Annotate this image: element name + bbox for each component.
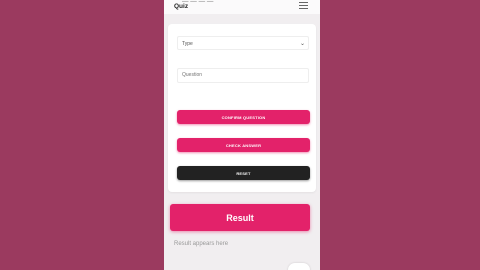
confirm-question-button[interactable]: CONFIRM QUESTION: [177, 110, 310, 124]
type-select-value: Type: [182, 41, 193, 47]
check-answer-button[interactable]: CHECK ANSWER: [177, 138, 310, 152]
chevron-down-icon: ⌄: [299, 41, 305, 47]
question-input[interactable]: [177, 68, 309, 83]
result-button[interactable]: Result: [170, 204, 310, 231]
app-subtitle: — — — —: [182, 0, 214, 5]
app-header: — — — — Quiz: [164, 0, 320, 14]
reset-button[interactable]: RESET: [177, 166, 310, 180]
result-output: Result appears here: [174, 241, 229, 247]
phone-screen: — — — — Quiz Type ⌄ CONFIRM QUESTION CHE…: [164, 0, 320, 270]
type-select[interactable]: Type ⌄: [177, 36, 309, 50]
floating-action-button[interactable]: [288, 263, 310, 270]
quiz-card: Type ⌄ CONFIRM QUESTION CHECK ANSWER RES…: [168, 24, 316, 192]
hamburger-menu-icon[interactable]: [299, 2, 308, 9]
app-title: — — — — Quiz: [174, 0, 213, 10]
